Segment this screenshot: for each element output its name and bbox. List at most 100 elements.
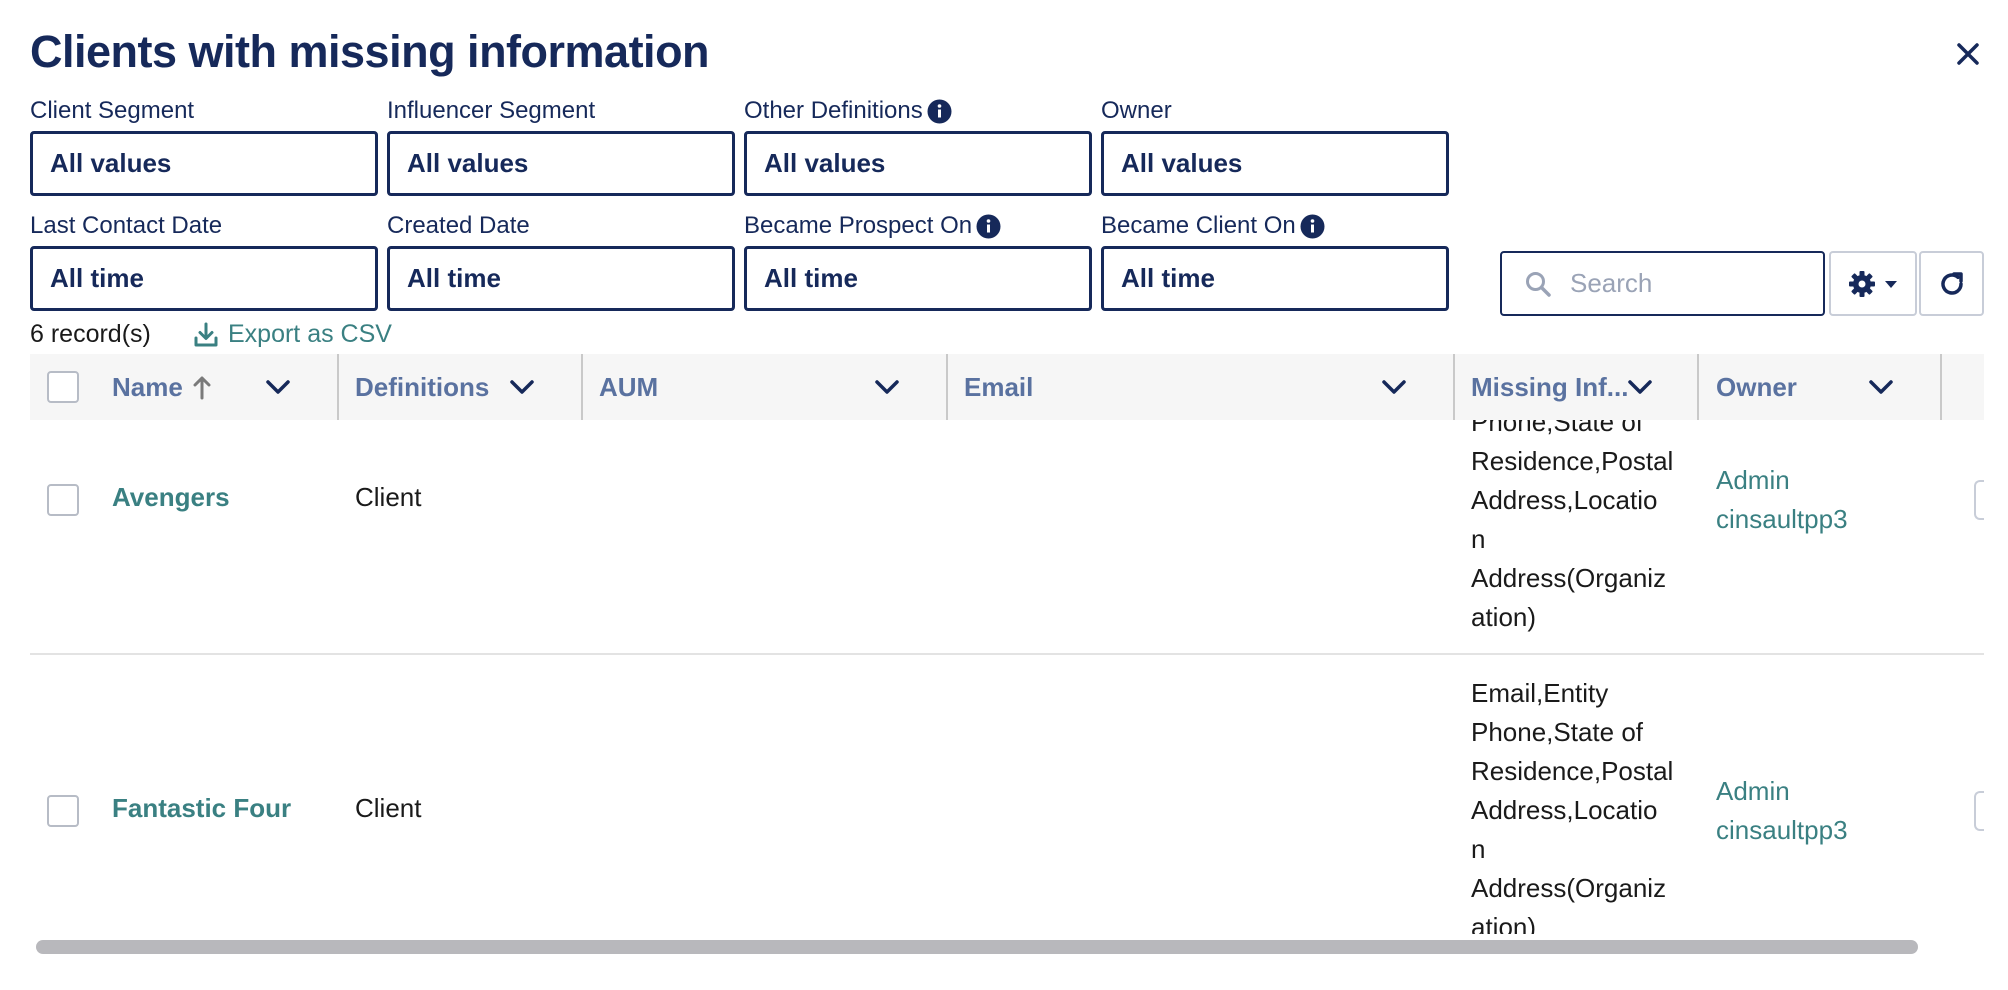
- column-resize-handle[interactable]: [1940, 354, 1942, 420]
- chevron-down-icon[interactable]: [1625, 372, 1655, 402]
- missing-info-line: Address(Organiz: [1471, 563, 1667, 593]
- filter-label-text: Became Client On: [1101, 212, 1296, 239]
- filter-other-definitions: Other Definitions All values: [744, 96, 1092, 196]
- filter-label-text: Other Definitions: [744, 97, 923, 124]
- filter-label: Became Prospect On: [744, 211, 1092, 241]
- column-resize-handle[interactable]: [1453, 354, 1455, 420]
- missing-info-cell: Phone,State of Residence,Postal Address,…: [1471, 403, 1696, 637]
- sort-arrow-up-icon[interactable]: [191, 374, 213, 400]
- missing-info-line: Address(Organiz: [1471, 873, 1667, 903]
- column-header-label: Name: [112, 371, 183, 402]
- info-icon[interactable]: [1300, 214, 1325, 239]
- column-header-label: Definitions: [355, 371, 490, 402]
- column-header-aum[interactable]: AUM: [599, 354, 658, 420]
- filter-client-segment: Client Segment All values: [30, 96, 378, 196]
- filter-label: Other Definitions: [744, 96, 1092, 126]
- refresh-button[interactable]: [1919, 251, 1984, 316]
- chevron-down-icon[interactable]: [1379, 372, 1409, 402]
- chevron-down-icon[interactable]: [1866, 372, 1896, 402]
- missing-info-cell: Email,Entity Phone,State of Residence,Po…: [1471, 674, 1696, 934]
- column-resize-handle[interactable]: [1697, 354, 1699, 420]
- column-header-name[interactable]: Name: [112, 354, 213, 420]
- row-action-button[interactable]: [1974, 480, 1984, 520]
- select-all-checkbox[interactable]: [47, 371, 79, 403]
- missing-info-line: Residence,Postal: [1471, 446, 1674, 476]
- info-icon[interactable]: [927, 99, 952, 124]
- row-divider: [30, 653, 1984, 655]
- close-icon: [1957, 43, 1979, 65]
- settings-button[interactable]: [1829, 251, 1917, 316]
- column-header-email[interactable]: Email: [964, 354, 1033, 420]
- table-header: Name Definitions AUM Email Missing Inf..…: [30, 354, 1984, 420]
- client-name-link[interactable]: Avengers: [112, 482, 230, 513]
- row-checkbox[interactable]: [47, 795, 79, 827]
- filter-select[interactable]: All time: [387, 246, 735, 311]
- filter-last-contact-date: Last Contact Date All time: [30, 211, 378, 311]
- row-checkbox[interactable]: [47, 484, 79, 516]
- refresh-icon: [1940, 271, 1963, 295]
- download-icon: [194, 322, 218, 346]
- page-title: Clients with missing information: [30, 26, 710, 77]
- missing-info-line: n: [1471, 834, 1486, 864]
- filter-select[interactable]: All time: [744, 246, 1092, 311]
- definitions-cell: Client: [355, 793, 422, 823]
- missing-info-line: Email,Entity: [1471, 678, 1609, 708]
- filter-select[interactable]: All time: [30, 246, 378, 311]
- search-input[interactable]: [1570, 268, 1820, 299]
- missing-info-line: ation): [1471, 912, 1537, 934]
- filter-owner: Owner All values: [1101, 96, 1449, 196]
- column-header-label: Missing Inf...: [1471, 371, 1629, 402]
- search-box: [1500, 251, 1825, 316]
- column-header-label: Owner: [1716, 371, 1797, 402]
- missing-info-line: Address,Locatio: [1471, 485, 1658, 515]
- filter-became-client-on: Became Client On All time: [1101, 211, 1449, 311]
- filter-label: Created Date: [387, 212, 530, 239]
- export-label: Export as CSV: [228, 320, 392, 348]
- owner-line: cinsaultpp3: [1716, 815, 1848, 845]
- filter-select[interactable]: All time: [1101, 246, 1449, 311]
- records-count: 6 record(s): [30, 320, 151, 348]
- chevron-down-icon[interactable]: [872, 372, 902, 402]
- missing-info-line: n: [1471, 524, 1486, 554]
- close-button[interactable]: [1950, 36, 1986, 72]
- filter-created-date: Created Date All time: [387, 211, 735, 311]
- owner-line: Admin: [1716, 465, 1790, 495]
- definitions-cell: Client: [355, 482, 422, 512]
- owner-line: cinsaultpp3: [1716, 504, 1848, 534]
- owner-line: Admin: [1716, 776, 1790, 806]
- column-header-definitions[interactable]: Definitions: [355, 354, 489, 420]
- filter-influencer-segment: Influencer Segment All values: [387, 96, 735, 196]
- chevron-down-icon[interactable]: [507, 372, 537, 402]
- missing-info-line: Residence,Postal: [1471, 756, 1674, 786]
- column-header-label: AUM: [599, 371, 659, 402]
- client-name-link[interactable]: Fantastic Four: [112, 793, 291, 824]
- search-icon: [1526, 271, 1551, 297]
- filter-label: Owner: [1101, 97, 1172, 124]
- filter-label: Last Contact Date: [30, 212, 223, 239]
- missing-info-line: Phone,State of: [1471, 717, 1644, 747]
- row-action-button[interactable]: [1974, 791, 1984, 831]
- filter-select[interactable]: All values: [30, 131, 378, 196]
- filter-label: Client Segment: [30, 97, 195, 124]
- column-header-owner[interactable]: Owner: [1716, 354, 1797, 420]
- column-resize-handle[interactable]: [337, 354, 339, 420]
- filter-became-prospect-on: Became Prospect On All time: [744, 211, 1092, 311]
- filter-select[interactable]: All values: [387, 131, 735, 196]
- horizontal-scrollbar[interactable]: [36, 940, 1918, 954]
- chevron-down-icon[interactable]: [263, 372, 293, 402]
- column-header-label: Email: [964, 371, 1034, 402]
- column-resize-handle[interactable]: [581, 354, 583, 420]
- export-csv-link[interactable]: Export as CSV: [192, 320, 392, 349]
- owner-link[interactable]: Admin cinsaultpp3: [1716, 461, 1916, 539]
- column-header-missing-info[interactable]: Missing Inf...: [1471, 354, 1628, 420]
- caret-down-icon: [1885, 280, 1897, 288]
- filter-select[interactable]: All values: [744, 131, 1092, 196]
- column-resize-handle[interactable]: [946, 354, 948, 420]
- filter-select[interactable]: All values: [1101, 131, 1449, 196]
- missing-info-line: ation): [1471, 602, 1537, 632]
- clients-table: Avengers Client Phone,State of Residence…: [30, 354, 1984, 934]
- owner-link[interactable]: Admin cinsaultpp3: [1716, 772, 1916, 850]
- missing-info-line: Address,Locatio: [1471, 795, 1658, 825]
- filter-label: Influencer Segment: [387, 97, 596, 124]
- info-icon[interactable]: [976, 214, 1001, 239]
